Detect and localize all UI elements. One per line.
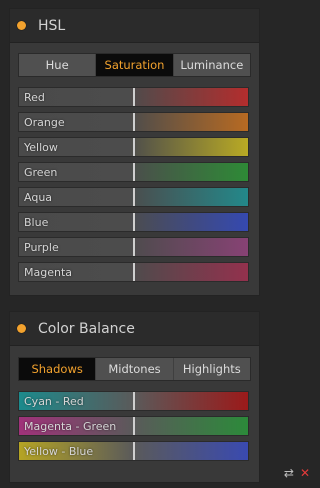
tab-midtones[interactable]: Midtones [96, 358, 174, 380]
slider-cyan-red[interactable]: Cyan - Red [18, 391, 249, 411]
hsl-panel: HSL Hue Saturation Luminance Red Orange Ye… [9, 8, 260, 296]
slider-label: Aqua [24, 191, 53, 204]
hsl-panel-header[interactable]: HSL [10, 9, 259, 43]
slider-handle[interactable] [133, 113, 135, 131]
slider-magenta[interactable]: Magenta [18, 262, 249, 282]
slider-handle[interactable] [133, 238, 135, 256]
panel-title: HSL [38, 17, 66, 34]
slider-aqua[interactable]: Aqua [18, 187, 249, 207]
slider-label: Purple [24, 241, 59, 254]
hsl-tabs: Hue Saturation Luminance [18, 53, 251, 77]
slider-label: Red [24, 91, 45, 104]
slider-handle[interactable] [133, 188, 135, 206]
slider-magenta-green[interactable]: Magenta - Green [18, 416, 249, 436]
tab-hue[interactable]: Hue [19, 54, 97, 76]
tab-highlights[interactable]: Highlights [174, 358, 250, 380]
slider-yellow-blue[interactable]: Yellow - Blue [18, 441, 249, 461]
slider-handle[interactable] [133, 442, 135, 460]
slider-red[interactable]: Red [18, 87, 249, 107]
tab-saturation[interactable]: Saturation [96, 54, 174, 76]
panel-enable-dot-icon[interactable] [17, 21, 26, 30]
slider-label: Green [24, 166, 58, 179]
reset-icon[interactable]: ⇄ [284, 466, 294, 480]
tab-luminance[interactable]: Luminance [174, 54, 250, 76]
slider-label: Cyan - Red [24, 395, 84, 408]
footer-icons: ⇄ ✕ [284, 466, 310, 480]
slider-green[interactable]: Green [18, 162, 249, 182]
slider-label: Blue [24, 216, 49, 229]
color-balance-panel: Color Balance Shadows Midtones Highlight… [9, 311, 260, 483]
slider-blue[interactable]: Blue [18, 212, 249, 232]
slider-label: Orange [24, 116, 65, 129]
color-balance-tabs: Shadows Midtones Highlights [18, 357, 251, 381]
slider-orange[interactable]: Orange [18, 112, 249, 132]
slider-purple[interactable]: Purple [18, 237, 249, 257]
slider-handle[interactable] [133, 263, 135, 281]
tab-shadows[interactable]: Shadows [19, 358, 97, 380]
slider-handle[interactable] [133, 88, 135, 106]
slider-handle[interactable] [133, 392, 135, 410]
slider-label: Magenta [24, 266, 73, 279]
color-balance-panel-header[interactable]: Color Balance [10, 312, 259, 346]
slider-label: Magenta - Green [24, 420, 117, 433]
close-icon[interactable]: ✕ [300, 466, 310, 480]
slider-yellow[interactable]: Yellow [18, 137, 249, 157]
slider-label: Yellow [24, 141, 58, 154]
slider-handle[interactable] [133, 417, 135, 435]
panel-enable-dot-icon[interactable] [17, 324, 26, 333]
panel-title: Color Balance [38, 320, 135, 337]
slider-label: Yellow - Blue [24, 445, 94, 458]
slider-handle[interactable] [133, 138, 135, 156]
slider-handle[interactable] [133, 213, 135, 231]
slider-handle[interactable] [133, 163, 135, 181]
